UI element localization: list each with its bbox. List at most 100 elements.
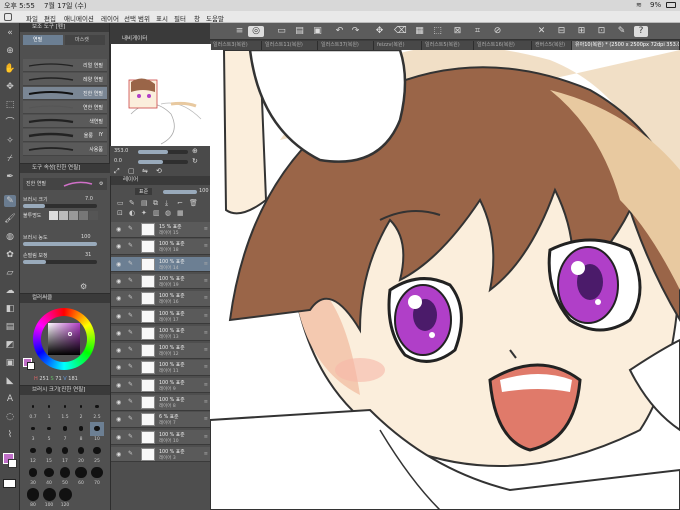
layer-row[interactable]: ◉ ✎ 100 % 표준 레이어 16 ≡: [111, 291, 211, 307]
eyedropper-tool-icon[interactable]: ⌿: [4, 153, 16, 165]
new-folder-icon[interactable]: ▤: [141, 199, 148, 207]
sv-square[interactable]: [48, 323, 80, 355]
eye-icon[interactable]: ◉: [116, 382, 121, 389]
eye-icon[interactable]: ◉: [116, 347, 121, 354]
brush-item-selected[interactable]: 진한 연필: [23, 87, 107, 100]
lock-icon[interactable]: ⊡: [117, 209, 123, 217]
eye-icon[interactable]: ◉: [116, 416, 121, 423]
brush-item[interactable]: 리얼 연필: [23, 59, 107, 72]
ref-icon[interactable]: ✦: [141, 209, 147, 217]
menu-animation[interactable]: 애니메이션: [64, 13, 94, 23]
pencil-tool-icon[interactable]: ✎: [4, 195, 16, 207]
layer-row[interactable]: ◉ ✎ 100 % 표준 레이어 9 ≡: [111, 377, 211, 394]
undo-icon[interactable]: ↶: [334, 26, 345, 37]
select-tool-icon[interactable]: ⬚: [4, 99, 16, 111]
layer-lock-icon[interactable]: ≡: [204, 243, 208, 249]
layer-lock-icon[interactable]: ≡: [204, 382, 208, 388]
layer-lock-icon[interactable]: ≡: [204, 330, 208, 336]
brush-size-preset[interactable]: 10: [90, 422, 104, 442]
deselect-icon[interactable]: ⊠: [452, 26, 463, 37]
fill-tool-icon[interactable]: ◧: [4, 303, 16, 315]
pen-tool-icon[interactable]: ✒: [4, 171, 16, 183]
brush-size-preset[interactable]: 8: [74, 422, 88, 442]
brush-size-preset[interactable]: 5: [42, 422, 56, 442]
text-tool-icon[interactable]: A: [4, 393, 16, 405]
doc-tab[interactable]: 일러스트16(복원): [474, 41, 532, 50]
new-icon[interactable]: ▭: [276, 26, 287, 37]
brush-size-preset[interactable]: 2.5: [90, 400, 104, 420]
move-tool-icon[interactable]: ✥: [4, 81, 16, 93]
brush-size-preset[interactable]: 15: [42, 444, 56, 464]
draft-icon[interactable]: ▥: [153, 209, 160, 217]
eye-icon[interactable]: ◉: [116, 364, 121, 371]
gradient-tool-icon[interactable]: ▤: [4, 321, 16, 333]
wrench-icon[interactable]: ⚙: [99, 178, 103, 190]
sub-color-swatch[interactable]: [8, 459, 17, 468]
settings-icon[interactable]: ⚙: [80, 282, 87, 291]
clip-logo-icon[interactable]: ◎: [248, 26, 264, 37]
brush-size-preset[interactable]: 80: [26, 488, 40, 508]
frame-tool-icon[interactable]: ▣: [4, 357, 16, 369]
redo-icon[interactable]: ↷: [350, 26, 361, 37]
layer-row[interactable]: ◉ ✎ 15 % 표준 레이어 15 ≡: [111, 222, 211, 238]
angle-slider[interactable]: [138, 160, 188, 164]
bg-color-swatch[interactable]: [27, 362, 35, 370]
close-x-icon[interactable]: ✕: [536, 26, 547, 37]
doc-tab[interactable]: 캔버스5(복원): [532, 41, 572, 50]
layer-row[interactable]: ◉ ✎ 100 % 표준 레이어 12 ≡: [111, 343, 211, 359]
eye-icon[interactable]: ◉: [116, 330, 121, 337]
reset-icon[interactable]: ⟲: [156, 167, 162, 175]
airbrush-tool-icon[interactable]: ◍: [4, 231, 16, 243]
layer-row[interactable]: ◉ ✎ 100 % 표준 레이어 14 ≡: [111, 256, 211, 273]
brush-tool-icon[interactable]: 🖌: [4, 213, 16, 225]
eye-icon[interactable]: ◉: [116, 295, 121, 302]
brush-size-preset[interactable]: 70: [90, 466, 104, 486]
brush-item[interactable]: 레양 연필: [23, 73, 107, 86]
crop-icon[interactable]: ⌗: [472, 26, 483, 37]
eye-icon[interactable]: ◉: [116, 261, 121, 268]
correction-tool-icon[interactable]: ⌇: [4, 429, 16, 441]
menu-filter[interactable]: 필터: [174, 13, 186, 23]
eye-icon[interactable]: ◉: [116, 243, 121, 250]
transparent-color-swatch[interactable]: [3, 479, 16, 488]
flip-icon[interactable]: ⇋: [142, 167, 148, 175]
blend-mode-select[interactable]: 표준: [135, 188, 153, 195]
brush-item[interactable]: 울룽 IY: [23, 129, 107, 142]
brush-item[interactable]: 연한 연필: [23, 101, 107, 114]
brush-size-preset[interactable]: 2: [74, 400, 88, 420]
new-layer-icon[interactable]: ▭: [117, 199, 124, 207]
palette-icon[interactable]: ◍: [165, 209, 171, 217]
doc-tab[interactable]: 일러스트37(복원): [318, 41, 374, 50]
help-icon[interactable]: ?: [634, 26, 648, 37]
layer-row[interactable]: ◉ ✎ 100 % 표준 레이어 10 ≡: [111, 429, 211, 446]
layer-lock-icon[interactable]: ≡: [204, 295, 208, 301]
layer-lock-icon[interactable]: ≡: [204, 364, 208, 370]
fill-icon[interactable]: ▦: [414, 26, 425, 37]
layer-row[interactable]: ◉ ✎ 6 % 표준 레이어 7 ≡: [111, 412, 211, 428]
doc-tab[interactable]: feizzv(복원): [374, 41, 422, 50]
layer-lock-icon[interactable]: ≡: [204, 226, 208, 232]
brush-size-preset[interactable]: 7: [58, 422, 72, 442]
save-icon[interactable]: ▣: [312, 26, 323, 37]
layer-row[interactable]: ◉ ✎ 100 % 표준 레이어 11 ≡: [111, 360, 211, 376]
layer-lock-icon[interactable]: ≡: [204, 261, 208, 267]
brush-size-preset[interactable]: 100: [42, 488, 56, 508]
menu-file[interactable]: 파일: [26, 13, 38, 23]
brush-size-preset[interactable]: 20: [74, 444, 88, 464]
tool-icon[interactable]: ✎: [616, 26, 627, 37]
clear-icon[interactable]: ⌫: [394, 26, 407, 37]
eye-icon[interactable]: ◉: [116, 278, 121, 285]
open-icon[interactable]: ▤: [294, 26, 305, 37]
texture-swatches[interactable]: [49, 211, 99, 221]
drawing-canvas[interactable]: [210, 50, 680, 510]
menu-help[interactable]: 도움말: [206, 13, 224, 23]
brush-size-preset[interactable]: 3: [26, 422, 40, 442]
brush-size-preset[interactable]: 50: [58, 466, 72, 486]
brush-size-preset[interactable]: 1.5: [58, 400, 72, 420]
lasso-tool-icon[interactable]: ⌒: [4, 117, 16, 129]
menu-layer[interactable]: 레이어: [101, 13, 119, 23]
invert-selection-icon[interactable]: ⊘: [492, 26, 503, 37]
layer-row[interactable]: ◉ ✎ 100 % 표준 레이어 8 ≡: [111, 395, 211, 411]
doc-tab[interactable]: 일러스트3(복원): [210, 41, 262, 50]
brush-size-preset[interactable]: 0.7: [26, 400, 40, 420]
